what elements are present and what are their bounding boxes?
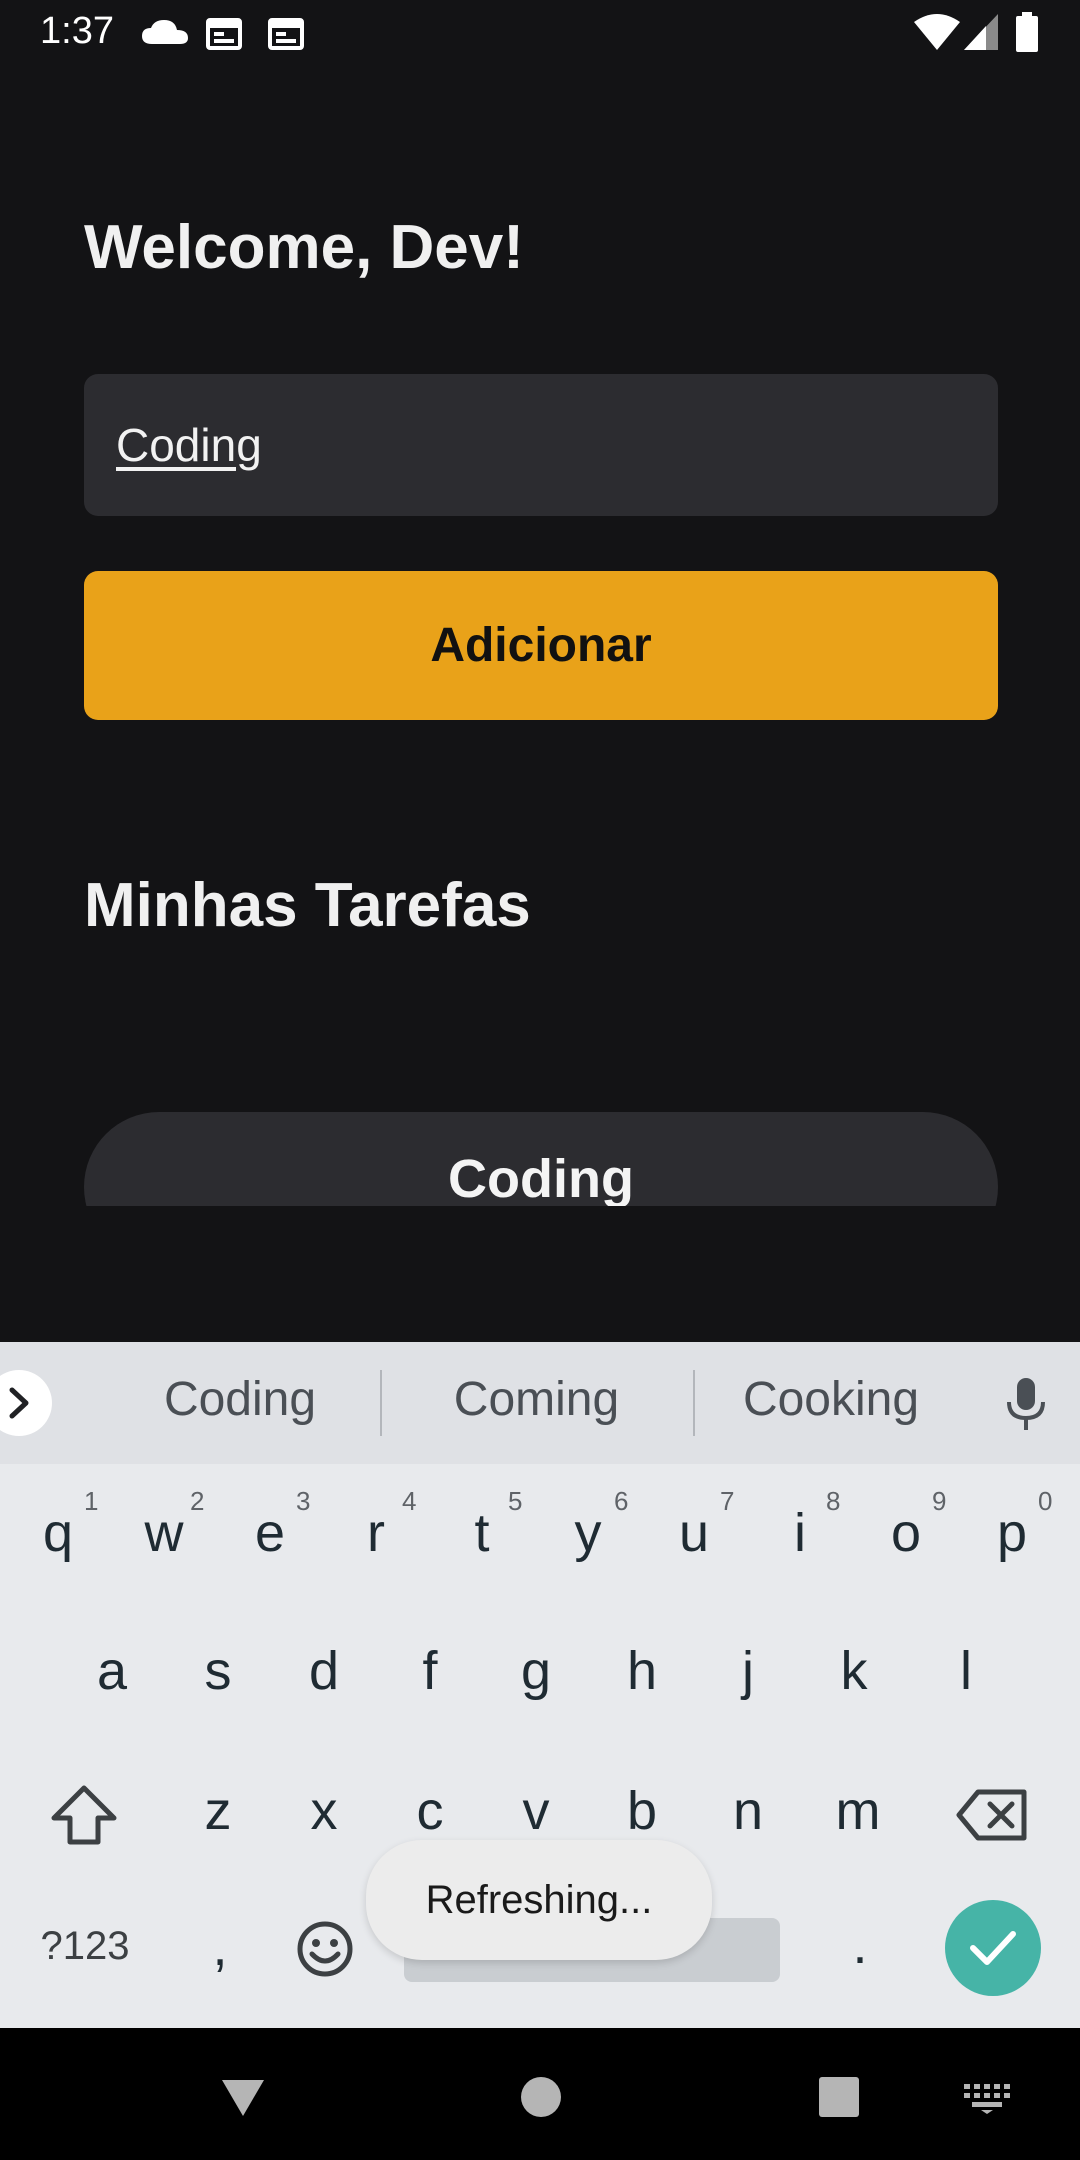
key-r[interactable]: r4 <box>326 1486 426 1564</box>
task-item[interactable]: Coding <box>84 1112 998 1206</box>
suggestion-2[interactable]: Coming <box>434 1372 639 1427</box>
key-d[interactable]: d <box>274 1640 374 1702</box>
add-task-button[interactable]: Adicionar <box>84 571 998 720</box>
suggestion-divider <box>380 1370 382 1436</box>
navigation-bar <box>0 2028 1080 2160</box>
task-input-value[interactable]: Coding <box>116 418 262 472</box>
chevron-right-icon <box>9 1387 29 1419</box>
signal-icon <box>964 14 998 50</box>
key-c[interactable]: c <box>380 1780 480 1842</box>
symbols-key[interactable]: ?123 <box>30 1924 140 1969</box>
status-bar: 1:37 <box>0 0 1080 66</box>
expand-toolbar-button[interactable] <box>0 1370 52 1436</box>
wifi-icon <box>914 14 960 50</box>
key-i[interactable]: i8 <box>750 1486 850 1564</box>
key-h[interactable]: h <box>592 1640 692 1702</box>
calendar-icon <box>206 18 242 50</box>
key-g[interactable]: g <box>486 1640 586 1702</box>
key-k[interactable]: k <box>804 1640 904 1702</box>
key-a[interactable]: a <box>62 1640 162 1702</box>
suggestion-divider <box>693 1370 695 1436</box>
shift-key[interactable] <box>50 1784 118 1846</box>
refreshing-toast: Refreshing... <box>366 1840 712 1960</box>
key-w[interactable]: w2 <box>114 1486 214 1564</box>
key-z[interactable]: z <box>168 1780 268 1842</box>
task-list: Coding <box>84 1112 998 1206</box>
battery-icon <box>1016 12 1038 52</box>
key-u[interactable]: u7 <box>644 1486 744 1564</box>
task-input[interactable]: Coding <box>84 374 998 516</box>
key-e[interactable]: e3 <box>220 1486 320 1564</box>
add-task-button-label: Adicionar <box>430 619 652 672</box>
checkmark-icon <box>970 1931 1016 1965</box>
comma-key[interactable]: , <box>170 1916 270 1978</box>
cloud-icon <box>142 20 188 44</box>
key-f[interactable]: f <box>380 1640 480 1702</box>
key-x[interactable]: x <box>274 1780 374 1842</box>
toast-text: Refreshing... <box>425 1877 653 1922</box>
key-p[interactable]: p0 <box>962 1486 1062 1564</box>
key-m[interactable]: m <box>808 1780 908 1842</box>
key-y[interactable]: y6 <box>538 1486 638 1564</box>
period-key[interactable]: . <box>810 1914 910 1976</box>
recents-icon[interactable] <box>818 2076 860 2118</box>
home-icon[interactable] <box>520 2076 562 2118</box>
tasks-section-title: Minhas Tarefas <box>84 871 531 940</box>
key-o[interactable]: o9 <box>856 1486 956 1564</box>
microphone-icon[interactable] <box>1004 1376 1048 1432</box>
key-j[interactable]: j <box>698 1640 798 1702</box>
key-v[interactable]: v <box>486 1780 586 1842</box>
key-q[interactable]: q1 <box>8 1486 108 1564</box>
key-b[interactable]: b <box>592 1780 692 1842</box>
suggestion-1[interactable]: Coding <box>140 1372 340 1427</box>
welcome-heading: Welcome, Dev! <box>84 213 524 282</box>
status-time: 1:37 <box>40 10 114 52</box>
calendar-icon <box>268 18 304 50</box>
suggestion-strip: Coding Coming Cooking <box>0 1342 1080 1464</box>
keyboard-switch-icon[interactable] <box>964 2084 1010 2114</box>
emoji-key[interactable] <box>296 1920 354 1978</box>
key-l[interactable]: l <box>916 1640 1016 1702</box>
enter-key[interactable] <box>945 1900 1041 1996</box>
backspace-key[interactable] <box>956 1788 1028 1842</box>
key-s[interactable]: s <box>168 1640 268 1702</box>
back-icon[interactable] <box>220 2078 266 2118</box>
key-t[interactable]: t5 <box>432 1486 532 1564</box>
key-n[interactable]: n <box>698 1780 798 1842</box>
suggestion-3[interactable]: Cooking <box>731 1372 931 1427</box>
task-item-label: Coding <box>448 1149 634 1206</box>
